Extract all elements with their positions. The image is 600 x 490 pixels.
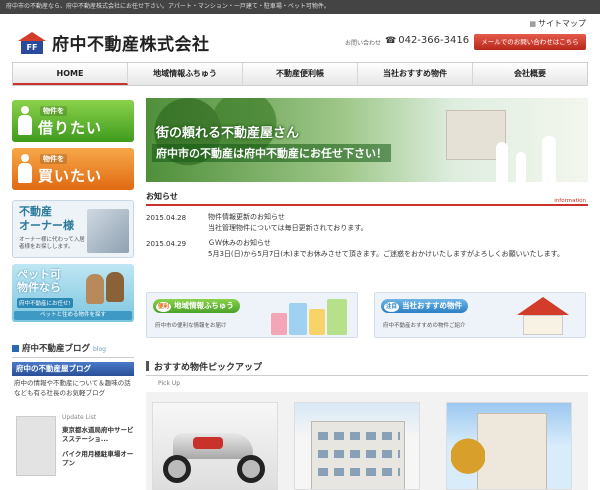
- promo-local-info[interactable]: 便利 地域情報ふちゅう 府中市の便利な情報をお届け: [146, 292, 358, 338]
- buy-small-label: 物件を: [40, 154, 67, 164]
- news-title: ＧＷ休みのお知らせ: [208, 239, 271, 247]
- news-title: 物件情報更新のお知らせ: [208, 213, 285, 221]
- nav-local-info[interactable]: 地域情報ふちゅう: [128, 63, 243, 85]
- buy-banner[interactable]: 物件を 買いたい: [12, 148, 134, 190]
- news-item[interactable]: 物件情報更新のお知らせ 当社管理物件については毎日更新されております。: [208, 212, 584, 234]
- blog-heading: 府中不動産ブログ blog: [12, 340, 134, 358]
- mail-contact-button[interactable]: メールでのお問い合わせはこちら: [474, 34, 586, 50]
- promo-recommended[interactable]: 注目 当社おすすめ物件 府中不動産おすすめの物件ご紹介: [374, 292, 586, 338]
- contact-label: お問い合わせ: [345, 40, 382, 47]
- hero-subtitle: 府中市の不動産は府中不動産にお任せ下さい！: [152, 144, 391, 162]
- news-body: 当社管理物件については毎日更新されております。: [208, 224, 368, 232]
- building-photo: [87, 209, 129, 253]
- nav-recommended[interactable]: 当社おすすめ物件: [358, 63, 473, 85]
- property-card[interactable]: [152, 402, 278, 490]
- logo-house-icon: FF: [18, 31, 46, 54]
- rent-banner[interactable]: 物件を 借りたい: [12, 100, 134, 142]
- hero-banner: 街の頼れる不動産屋さん 府中市の不動産は府中不動産にお任せ下さい！: [146, 98, 588, 182]
- property-card[interactable]: [446, 402, 572, 490]
- sitemap-link[interactable]: ▦ サイトマップ: [529, 18, 586, 29]
- phone-number: ☎ 042-366-3416: [385, 35, 470, 46]
- pet-banner[interactable]: ペット可 物件なら 府中不動産にお任せ! ペットと住める物件を探す: [12, 264, 134, 322]
- blog-thumbnail[interactable]: [16, 416, 56, 476]
- dogs-icon: [86, 270, 126, 306]
- house-illustration: [507, 293, 577, 337]
- update-list-title: Update List: [62, 414, 97, 421]
- featured-heading: おすすめ物件ピックアップ: [146, 360, 588, 376]
- person-icon: [18, 154, 32, 184]
- phone-icon: ☎: [385, 36, 397, 46]
- person-icon: [18, 106, 32, 136]
- featured-subheading: Pick Up: [158, 380, 181, 387]
- update-item[interactable]: 東京都水道局府中サービスステーショ...: [62, 426, 134, 444]
- update-item[interactable]: バイク用月極駐車場オープン: [62, 450, 134, 468]
- blog-banner-link[interactable]: 府中の不動産屋ブログ: [12, 362, 134, 376]
- nav-home[interactable]: HOME: [13, 63, 128, 85]
- company-name: 府中不動産株式会社: [52, 35, 210, 55]
- notice-heading: お知らせ information: [146, 192, 588, 206]
- buy-big-label: 買いたい: [38, 167, 103, 185]
- pet-sub: 府中不動産にお任せ!: [17, 298, 73, 308]
- news-body: 5月3日(日)から5月7日(木)までお休みさせて頂きます。ご迷惑をおかけいたしま…: [208, 250, 564, 258]
- property-card[interactable]: [294, 402, 420, 490]
- nav-company[interactable]: 会社概要: [473, 63, 587, 85]
- nav-handbook[interactable]: 不動産便利帳: [243, 63, 358, 85]
- owner-sub: オーナー様に代わって入居者様をお探しします。: [19, 237, 85, 250]
- promo-sub: 府中市の便利な情報をお届け: [155, 323, 227, 329]
- owner-banner[interactable]: 不動産 オーナー様 オーナー様に代わって入居者様をお探しします。: [12, 200, 134, 258]
- main-nav: HOME 地域情報ふちゅう 不動産便利帳 当社おすすめ物件 会社概要: [12, 62, 588, 86]
- rent-small-label: 物件を: [40, 106, 67, 116]
- pet-search-link[interactable]: ペットと住める物件を探す: [14, 311, 132, 320]
- town-illustration: [271, 297, 349, 335]
- rent-big-label: 借りたい: [38, 119, 103, 137]
- promo-title: 便利 地域情報ふちゅう: [153, 299, 240, 313]
- pet-title: ペット可 物件なら: [17, 268, 61, 294]
- news-date: 2015.04.29: [146, 240, 187, 248]
- news-date: 2015.04.28: [146, 214, 187, 222]
- top-info-bar: 府中市の不動産なら、府中不動産株式会社にお任せ下さい。アパート・マンション・一戸…: [0, 0, 600, 14]
- hero-title: 街の頼れる不動産屋さん: [156, 126, 300, 141]
- blog-description: 府中の情報や不動産について＆趣味の話なども有る社長のお気軽ブログ: [14, 379, 131, 397]
- promo-title: 注目 当社おすすめ物件: [381, 299, 469, 313]
- owner-title: 不動産 オーナー様: [19, 205, 74, 232]
- news-item[interactable]: ＧＷ休みのお知らせ 5月3日(日)から5月7日(木)までお休みさせて頂きます。ご…: [208, 238, 584, 260]
- blog-icon: [12, 345, 19, 352]
- grid-icon: ▦: [529, 20, 536, 28]
- promo-sub: 府中不動産おすすめの物件ご紹介: [383, 323, 466, 329]
- site-logo[interactable]: FF 府中不動産株式会社: [18, 30, 210, 55]
- sitemap-label: サイトマップ: [538, 19, 586, 28]
- family-image: [486, 124, 576, 182]
